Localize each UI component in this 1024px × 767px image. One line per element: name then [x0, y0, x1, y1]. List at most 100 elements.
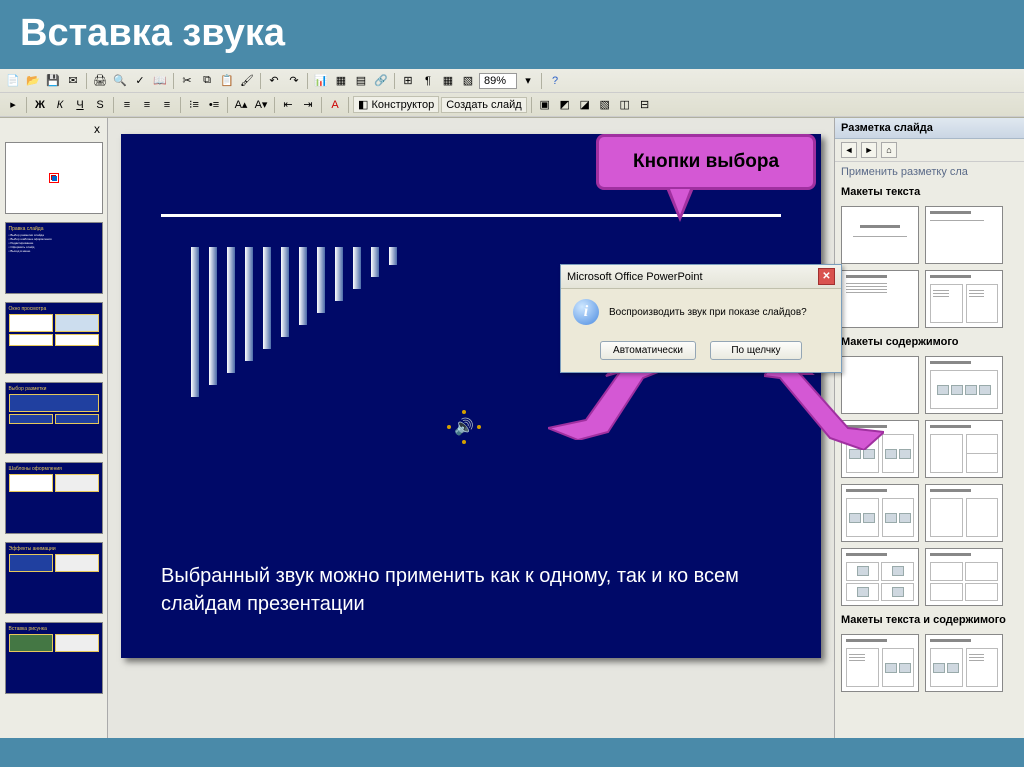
zoom-input[interactable]: 89%: [479, 73, 517, 89]
italic-icon[interactable]: К: [51, 96, 69, 114]
misc-icon-5[interactable]: ◫: [616, 96, 634, 114]
designer-label: Конструктор: [371, 99, 434, 111]
toolbar-area: 📄 📂 💾 ✉ 🖨 🔍 ✓ 📖 ✂ ⧉ 📋 🖌 ↶ ↷ 📊 ▦ ▤ 🔗 ⊞ ¶ …: [0, 69, 1024, 118]
thumb-slide-1[interactable]: [5, 142, 103, 214]
toolbar-standard: 📄 📂 💾 ✉ 🖨 🔍 ✓ 📖 ✂ ⧉ 📋 🖌 ↶ ↷ 📊 ▦ ▤ 🔗 ⊞ ¶ …: [0, 69, 1024, 93]
designer-icon: ◧: [358, 99, 368, 111]
taskpane-title: Разметка слайда: [835, 118, 1024, 139]
font-color-icon[interactable]: A: [326, 96, 344, 114]
chart-icon[interactable]: 📊: [312, 72, 330, 90]
tp-textcontent-layouts: [835, 630, 1024, 696]
dialog-message: Воспроизводить звук при показе слайдов?: [609, 307, 807, 318]
thumb-slide-3[interactable]: Окно просмотра: [5, 302, 103, 374]
tables-borders-icon[interactable]: ▤: [352, 72, 370, 90]
tp-home-icon[interactable]: ⌂: [881, 142, 897, 158]
redo-icon[interactable]: ↷: [285, 72, 303, 90]
open-icon[interactable]: 📂: [24, 72, 42, 90]
misc-icon-4[interactable]: ▧: [596, 96, 614, 114]
misc-icon-6[interactable]: ⊟: [636, 96, 654, 114]
layout-two-col-text[interactable]: [925, 270, 1003, 328]
new-slide-button[interactable]: Создать слайд: [441, 97, 526, 113]
tp-section-content: Макеты содержимого: [835, 332, 1024, 352]
dialog-title-text: Microsoft Office PowerPoint: [567, 271, 703, 283]
tp-forward-icon[interactable]: ►: [861, 142, 877, 158]
zoom-dropdown-icon[interactable]: ▾: [519, 72, 537, 90]
sound-dialog: Microsoft Office PowerPoint ✕ i Воспроиз…: [560, 264, 842, 373]
print-icon[interactable]: 🖨: [91, 72, 109, 90]
numbering-icon[interactable]: ⁝≡: [185, 96, 203, 114]
hyperlink-icon[interactable]: 🔗: [372, 72, 390, 90]
increase-font-icon[interactable]: A▴: [232, 96, 250, 114]
expand-icon[interactable]: ⊞: [399, 72, 417, 90]
show-hide-icon[interactable]: ¶: [419, 72, 437, 90]
paste-icon[interactable]: 📋: [218, 72, 236, 90]
thumbnails-close-icon[interactable]: x: [3, 122, 104, 140]
dialog-close-icon[interactable]: ✕: [818, 268, 835, 285]
callout-label: Кнопки выбора: [596, 134, 816, 222]
layout-tc-1[interactable]: [841, 634, 919, 692]
layout-title-content[interactable]: [925, 206, 1003, 264]
layout-content-4[interactable]: [925, 484, 1003, 542]
format-painter-icon[interactable]: 🖌: [238, 72, 256, 90]
align-right-icon[interactable]: ≡: [158, 96, 176, 114]
dialog-titlebar: Microsoft Office PowerPoint ✕: [561, 265, 841, 289]
layout-tc-2[interactable]: [925, 634, 1003, 692]
thumb-slide-4[interactable]: Выбор разметки: [5, 382, 103, 454]
shadow-icon[interactable]: S: [91, 96, 109, 114]
thumb-slide-6[interactable]: Эффекты анимации: [5, 542, 103, 614]
tp-section-text-content: Макеты текста и содержимого: [835, 610, 1024, 630]
sound-object-icon[interactable]: 🔊: [451, 414, 477, 440]
thumb-slide-2[interactable]: Правка слайда • Выбор разметки слайда • …: [5, 222, 103, 294]
save-icon[interactable]: 💾: [44, 72, 62, 90]
bullets-icon[interactable]: •≡: [205, 96, 223, 114]
layout-bullets[interactable]: [841, 270, 919, 328]
underline-icon[interactable]: Ч: [71, 96, 89, 114]
chevron-icon[interactable]: ▸: [4, 96, 22, 114]
research-icon[interactable]: 📖: [151, 72, 169, 90]
designer-button[interactable]: ◧ Конструктор: [353, 96, 439, 113]
taskpane-nav: ◄ ► ⌂: [835, 139, 1024, 162]
btn-on-click[interactable]: По щелчку: [710, 341, 802, 360]
undo-icon[interactable]: ↶: [265, 72, 283, 90]
slide-body-text: Выбранный звук можно применить как к одн…: [161, 562, 781, 618]
bold-icon[interactable]: Ж: [31, 96, 49, 114]
increase-indent-icon[interactable]: ⇥: [299, 96, 317, 114]
misc-icon-1[interactable]: ▣: [536, 96, 554, 114]
table-icon[interactable]: ▦: [332, 72, 350, 90]
layout-content[interactable]: [925, 356, 1003, 414]
help-icon[interactable]: ?: [546, 72, 564, 90]
callout-text: Кнопки выбора: [596, 134, 816, 190]
thumb-slide-5[interactable]: Шаблоны оформления: [5, 462, 103, 534]
callout-tail: [666, 188, 694, 222]
slide-thumbnails-panel: x Правка слайда • Выбор разметки слайда …: [0, 118, 108, 738]
dialog-buttons: Автоматически По щелчку: [561, 335, 841, 372]
preview-icon[interactable]: 🔍: [111, 72, 129, 90]
layout-content-3[interactable]: [841, 484, 919, 542]
dialog-body: i Воспроизводить звук при показе слайдов…: [561, 289, 841, 335]
tp-text-layouts: [835, 202, 1024, 332]
tp-section-text: Макеты текста: [835, 182, 1024, 202]
align-left-icon[interactable]: ≡: [118, 96, 136, 114]
info-icon: i: [573, 299, 599, 325]
misc-icon-3[interactable]: ◪: [576, 96, 594, 114]
decrease-indent-icon[interactable]: ⇤: [279, 96, 297, 114]
grid-icon[interactable]: ▦: [439, 72, 457, 90]
layout-content-2col-b[interactable]: [925, 420, 1003, 478]
mail-icon[interactable]: ✉: [64, 72, 82, 90]
thumb-slide-7[interactable]: Вставка рисунка: [5, 622, 103, 694]
cut-icon[interactable]: ✂: [178, 72, 196, 90]
color-icon[interactable]: ▧: [459, 72, 477, 90]
copy-icon[interactable]: ⧉: [198, 72, 216, 90]
align-center-icon[interactable]: ≡: [138, 96, 156, 114]
toolbar-formatting: ▸ Ж К Ч S ≡ ≡ ≡ ⁝≡ •≡ A▴ A▾ ⇤ ⇥ A ◧ Конс…: [0, 93, 1024, 117]
new-doc-icon[interactable]: 📄: [4, 72, 22, 90]
btn-automatically[interactable]: Автоматически: [600, 341, 696, 360]
layout-title-only[interactable]: [841, 206, 919, 264]
misc-icon-2[interactable]: ◩: [556, 96, 574, 114]
layout-content-4grid[interactable]: [841, 548, 919, 606]
decrease-font-icon[interactable]: A▾: [252, 96, 270, 114]
spell-icon[interactable]: ✓: [131, 72, 149, 90]
tp-back-icon[interactable]: ◄: [841, 142, 857, 158]
layout-content-4grid-b[interactable]: [925, 548, 1003, 606]
taskpane-subheader: Применить разметку сла: [835, 162, 1024, 182]
